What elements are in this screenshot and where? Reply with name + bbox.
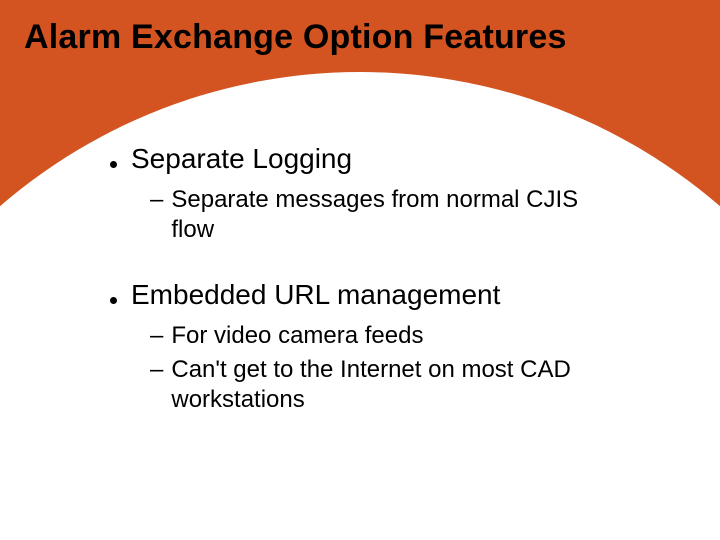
sub-item: – Can't get to the Internet on most CAD …: [150, 355, 660, 415]
bullet-item: Separate Logging: [110, 143, 660, 175]
sub-item: – Separate messages from normal CJIS flo…: [150, 185, 660, 245]
sub-item: – For video camera feeds: [150, 321, 660, 351]
bullet-group: Embedded URL management – For video came…: [110, 279, 660, 415]
bullet-text: Separate Logging: [131, 143, 352, 175]
sub-text: Can't get to the Internet on most CAD wo…: [171, 355, 601, 415]
dash-icon: –: [150, 355, 163, 385]
bullet-dot-icon: [110, 161, 117, 168]
slide-content: Separate Logging – Separate messages fro…: [0, 57, 720, 415]
bullet-group: Separate Logging – Separate messages fro…: [110, 143, 660, 245]
dash-icon: –: [150, 185, 163, 215]
bullet-item: Embedded URL management: [110, 279, 660, 311]
slide-title: Alarm Exchange Option Features: [0, 0, 720, 57]
sub-text: For video camera feeds: [171, 321, 423, 351]
bullet-dot-icon: [110, 297, 117, 304]
bullet-text: Embedded URL management: [131, 279, 500, 311]
dash-icon: –: [150, 321, 163, 351]
sub-text: Separate messages from normal CJIS flow: [171, 185, 601, 245]
